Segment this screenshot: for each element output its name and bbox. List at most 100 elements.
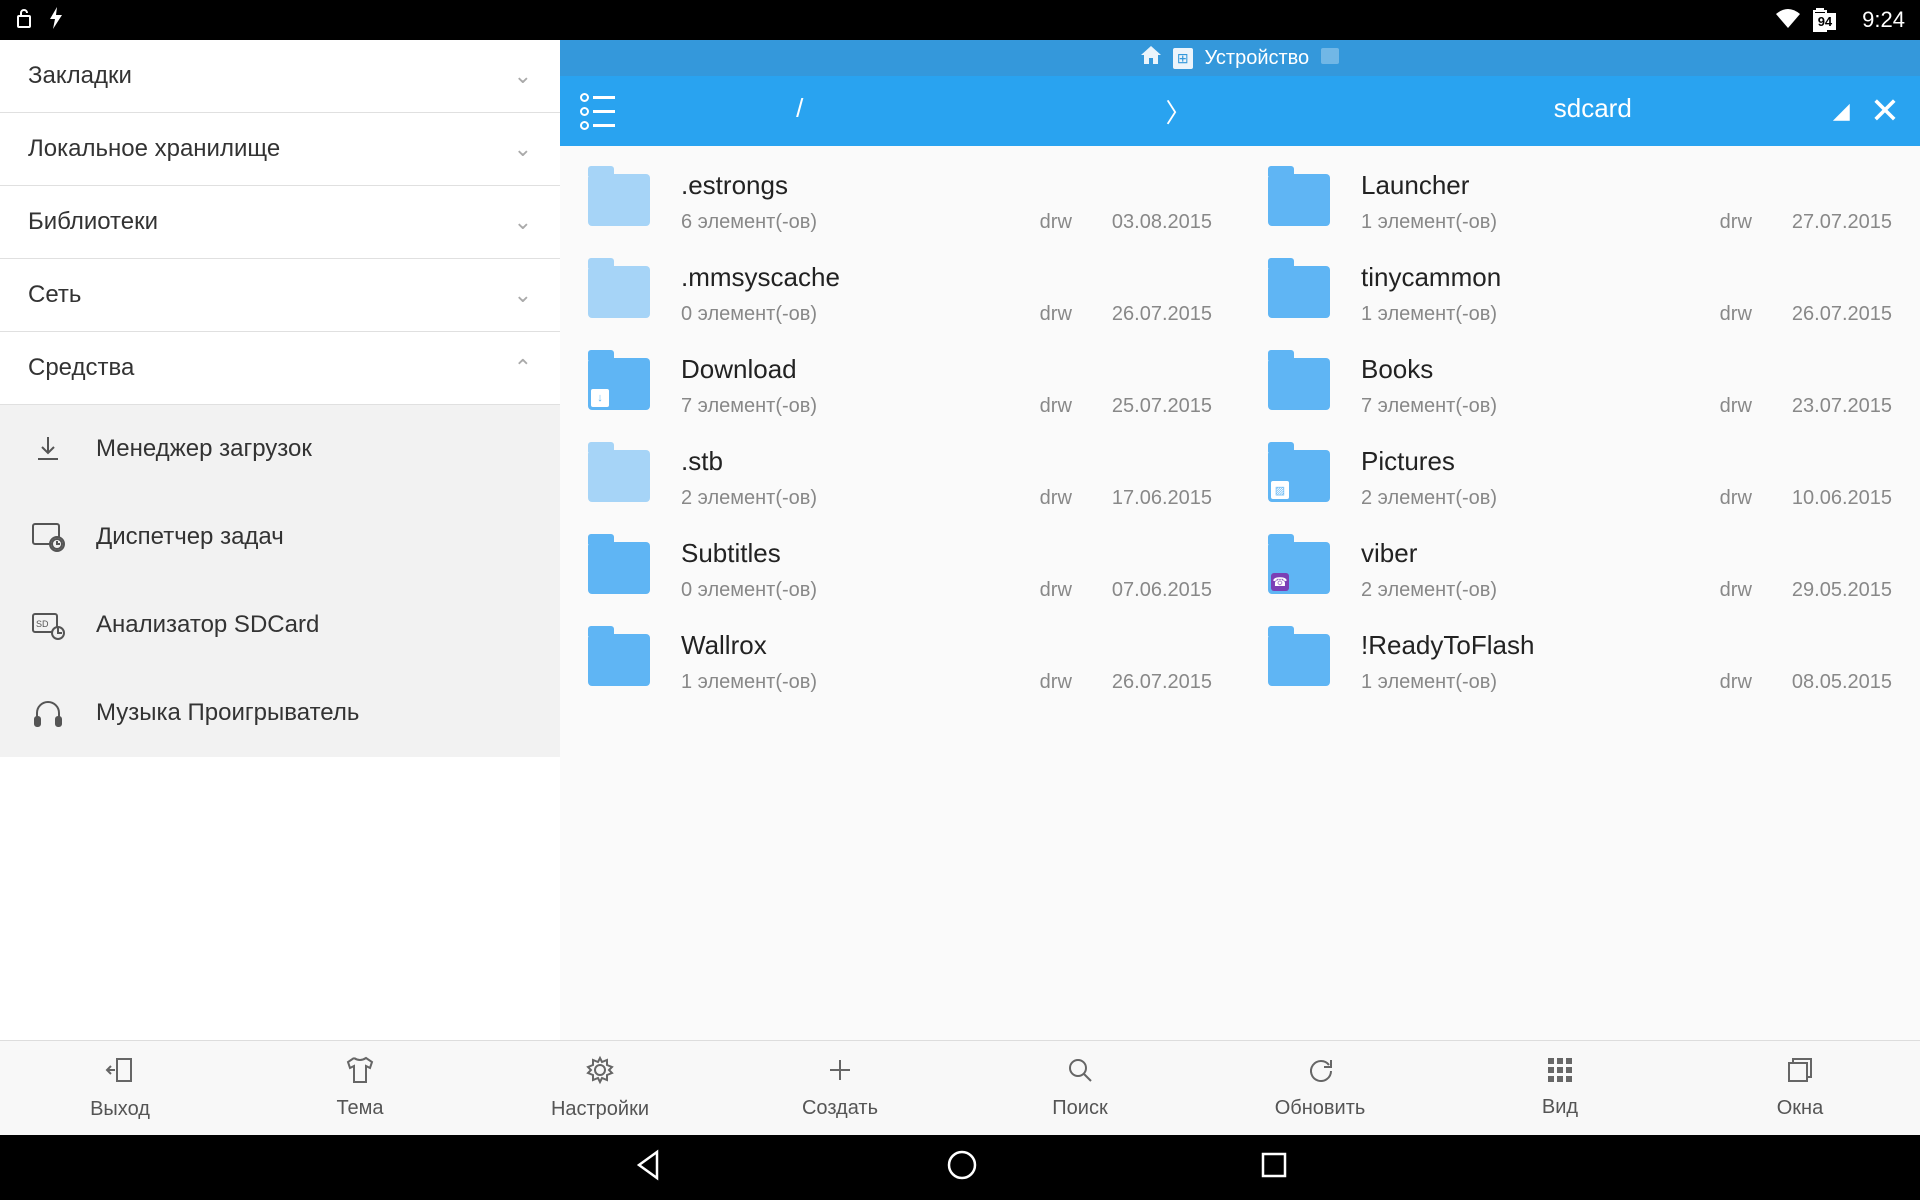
sidebar-item-download-manager[interactable]: Менеджер загрузок <box>0 405 560 493</box>
file-item[interactable]: !ReadyToFlash1 элемент(-ов)drw08.05.2015 <box>1260 616 1900 708</box>
file-permissions: drw <box>1040 303 1072 326</box>
file-meta: 2 элемент(-ов)drw29.05.2015 <box>1361 579 1892 602</box>
sidebar-item-label: Анализатор SDCard <box>96 611 319 639</box>
toolbar-create[interactable]: Создать <box>720 1041 960 1135</box>
sidebar-label: Библиотеки <box>28 208 158 236</box>
file-item[interactable]: ☎viber2 элемент(-ов)drw29.05.2015 <box>1260 524 1900 616</box>
bottom-toolbar: Выход Тема Настройки Создать Поиск Обнов… <box>0 1040 1920 1135</box>
grid-icon <box>1547 1057 1573 1090</box>
sidebar-item-sdcard-analyzer[interactable]: SD Анализатор SDCard <box>0 581 560 669</box>
sidebar-libraries[interactable]: Библиотеки ⌄ <box>0 186 560 259</box>
file-item[interactable]: Wallrox1 элемент(-ов)drw26.07.2015 <box>580 616 1220 708</box>
windows-icon <box>1786 1056 1814 1091</box>
file-item[interactable]: Subtitles0 элемент(-ов)drw07.06.2015 <box>580 524 1220 616</box>
file-item[interactable]: ↓Download7 элемент(-ов)drw25.07.2015 <box>580 340 1220 432</box>
file-date: 17.06.2015 <box>1112 487 1212 510</box>
toolbar-windows[interactable]: Окна <box>1680 1041 1920 1135</box>
nav-recent[interactable] <box>1259 1150 1289 1185</box>
sidebar-network[interactable]: Сеть ⌄ <box>0 259 560 332</box>
home-icon[interactable] <box>1141 46 1161 70</box>
chevron-down-icon: ⌄ <box>514 209 532 235</box>
chevron-up-icon: ⌃ <box>514 355 532 381</box>
file-item[interactable]: .stb2 элемент(-ов)drw17.06.2015 <box>580 432 1220 524</box>
file-name: Launcher <box>1361 170 1892 201</box>
sidebar-local-storage[interactable]: Локальное хранилище ⌄ <box>0 113 560 186</box>
file-name: viber <box>1361 538 1892 569</box>
sidebar-tools[interactable]: Средства ⌃ <box>0 332 560 405</box>
file-grid: .estrongs 6 элемент(-ов)drw03.08.2015 .mms… <box>560 146 1920 1040</box>
file-count: 7 элемент(-ов) <box>1361 395 1680 418</box>
folder-icon <box>588 450 650 502</box>
file-name: !ReadyToFlash <box>1361 630 1892 661</box>
toolbar-label: Тема <box>336 1097 383 1120</box>
file-meta: 1 элемент(-ов)drw26.07.2015 <box>1361 303 1892 326</box>
sidebar-bookmarks[interactable]: Закладки ⌄ <box>0 40 560 113</box>
file-meta: 2 элемент(-ов)drw17.06.2015 <box>681 487 1212 510</box>
toolbar-exit[interactable]: Выход <box>0 1041 240 1135</box>
nav-back[interactable] <box>631 1148 665 1187</box>
list-view-icon[interactable] <box>580 93 615 130</box>
sidebar-item-label: Диспетчер задач <box>96 523 284 551</box>
gear-icon <box>585 1055 615 1092</box>
headphones-icon <box>28 693 68 733</box>
chevron-down-icon: ⌄ <box>514 63 532 89</box>
file-item[interactable]: .mmsyscache0 элемент(-ов)drw26.07.2015 <box>580 248 1220 340</box>
folder-icon <box>1268 358 1330 410</box>
device-tab-icon[interactable]: ⊞ <box>1173 48 1193 69</box>
tab-extra-icon[interactable] <box>1321 47 1339 70</box>
file-date: 23.07.2015 <box>1792 395 1892 418</box>
chevron-down-icon: ⌄ <box>514 136 532 162</box>
file-date: 27.07.2015 <box>1792 211 1892 234</box>
file-meta: 6 элемент(-ов)drw03.08.2015 <box>681 211 1212 234</box>
file-item[interactable]: tinycammon1 элемент(-ов)drw26.07.2015 <box>1260 248 1900 340</box>
folder-icon <box>1268 174 1330 226</box>
file-count: 6 элемент(-ов) <box>681 211 1000 234</box>
sidebar-label: Средства <box>28 354 134 382</box>
file-permissions: drw <box>1720 303 1752 326</box>
sidebar-item-task-manager[interactable]: Диспетчер задач <box>0 493 560 581</box>
file-permissions: drw <box>1040 579 1072 602</box>
toolbar-refresh[interactable]: Обновить <box>1200 1041 1440 1135</box>
sidebar-item-music-player[interactable]: Музыка Проигрыватель <box>0 669 560 757</box>
toolbar-settings[interactable]: Настройки <box>480 1041 720 1135</box>
folder-icon <box>588 174 650 226</box>
status-time: 9:24 <box>1862 7 1905 33</box>
file-name: Wallrox <box>681 630 1212 661</box>
nav-home[interactable] <box>945 1148 979 1187</box>
toolbar-label: Вид <box>1542 1096 1578 1119</box>
file-item[interactable]: .estrongs 6 элемент(-ов)drw03.08.2015 <box>580 156 1220 248</box>
toolbar-label: Создать <box>802 1097 878 1120</box>
file-permissions: drw <box>1720 487 1752 510</box>
sidebar-label: Сеть <box>28 281 81 309</box>
file-item[interactable]: Books7 элемент(-ов)drw23.07.2015 <box>1260 340 1900 432</box>
toolbar-view[interactable]: Вид <box>1440 1041 1680 1135</box>
battery-icon: 94 <box>1812 8 1850 32</box>
dropdown-indicator-icon[interactable]: ◢ <box>1833 98 1850 124</box>
path-current[interactable]: sdcard <box>1554 93 1632 130</box>
toolbar-theme[interactable]: Тема <box>240 1041 480 1135</box>
path-root[interactable]: / <box>796 93 803 130</box>
file-name: .estrongs <box>681 170 1212 201</box>
sidebar-item-label: Менеджер загрузок <box>96 435 312 463</box>
sidebar-label: Закладки <box>28 62 132 90</box>
file-item[interactable]: Launcher1 элемент(-ов)drw27.07.2015 <box>1260 156 1900 248</box>
file-name: Pictures <box>1361 446 1892 477</box>
tab-label[interactable]: Устройство <box>1205 47 1310 70</box>
lock-icon <box>15 7 33 34</box>
toolbar-label: Обновить <box>1275 1097 1366 1120</box>
close-icon[interactable]: ✕ <box>1870 90 1900 132</box>
sdcard-icon: SD <box>28 605 68 645</box>
file-count: 2 элемент(-ов) <box>1361 579 1680 602</box>
folder-icon: ▨ <box>1268 450 1330 502</box>
file-item[interactable]: ▨Pictures2 элемент(-ов)drw10.06.2015 <box>1260 432 1900 524</box>
sidebar-label: Локальное хранилище <box>28 135 280 163</box>
toolbar-label: Настройки <box>551 1098 649 1121</box>
android-navbar <box>0 1135 1920 1200</box>
file-date: 25.07.2015 <box>1112 395 1212 418</box>
folder-icon: ↓ <box>588 358 650 410</box>
wifi-icon <box>1776 8 1800 33</box>
file-count: 2 элемент(-ов) <box>681 487 1000 510</box>
folder-icon <box>588 542 650 594</box>
toolbar-search[interactable]: Поиск <box>960 1041 1200 1135</box>
tshirt-icon <box>344 1056 376 1091</box>
